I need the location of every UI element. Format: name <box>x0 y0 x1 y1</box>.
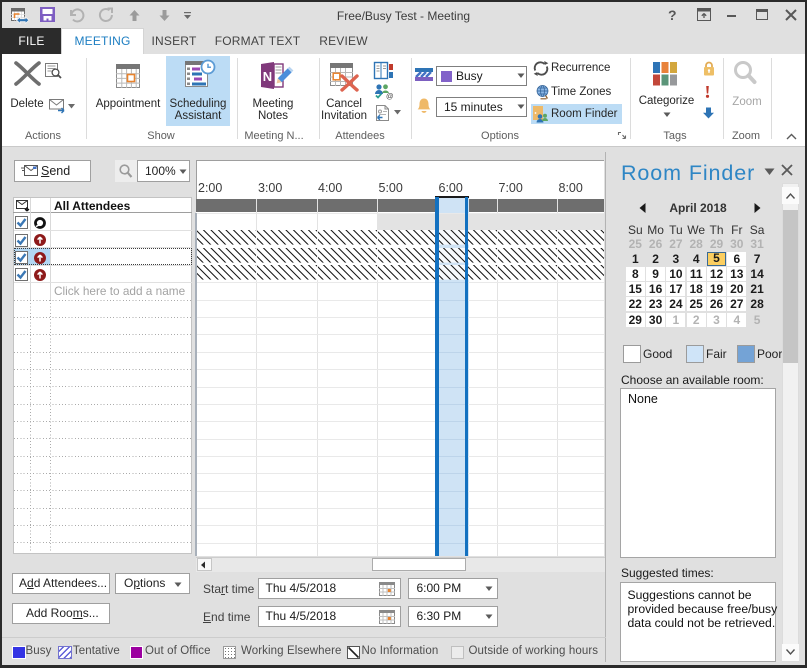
svg-text:@: @ <box>386 92 394 101</box>
svg-text:N: N <box>263 69 272 84</box>
